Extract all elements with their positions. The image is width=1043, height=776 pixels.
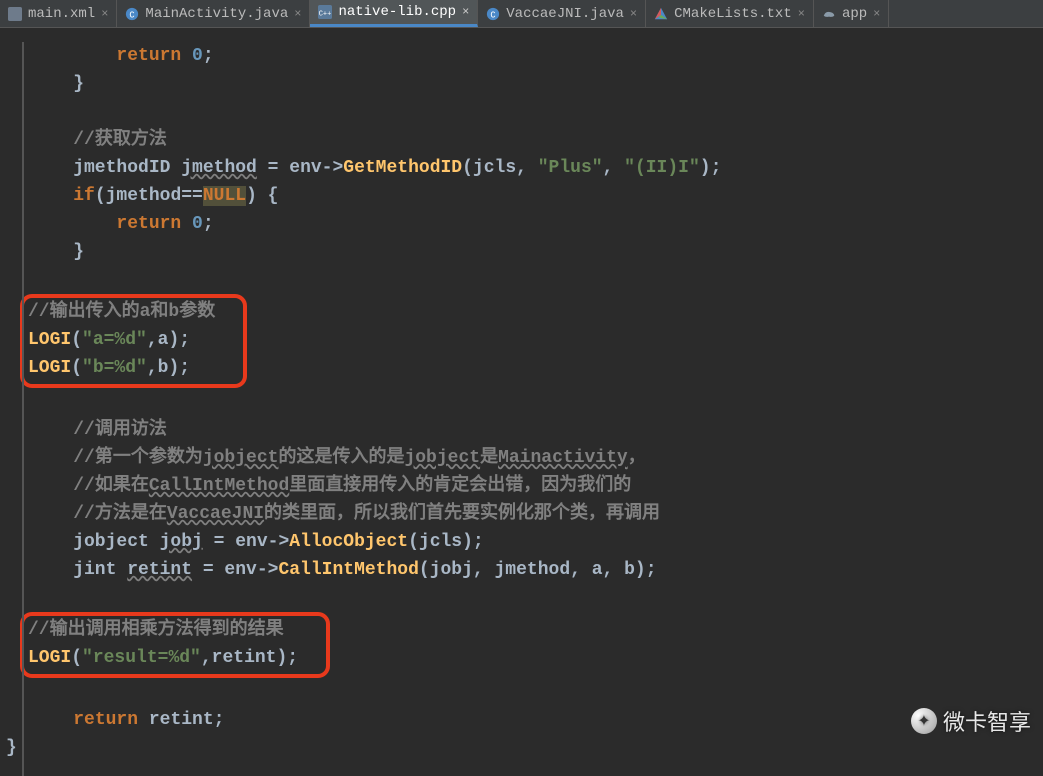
svg-text:C: C [130, 10, 135, 20]
code-line [0, 584, 1043, 612]
java-icon: C [486, 7, 500, 21]
code-line: //输出调用相乘方法得到的结果 [28, 616, 298, 644]
svg-text:C: C [491, 10, 496, 20]
highlight-box-2: //输出调用相乘方法得到的结果 LOGI("result=%d",retint)… [20, 612, 330, 678]
tab-label: app [842, 6, 867, 22]
code-line: } [0, 70, 1043, 98]
code-line: if(jmethod==NULL) { [0, 182, 1043, 210]
code-line: jmethodID jmethod = env->GetMethodID(jcl… [0, 154, 1043, 182]
cmake-icon [654, 7, 668, 21]
code-line: } [0, 734, 1043, 762]
code-line [0, 98, 1043, 126]
code-line [0, 678, 1043, 706]
close-icon[interactable]: × [630, 7, 637, 21]
java-icon: C [125, 7, 139, 21]
close-icon[interactable]: × [462, 5, 469, 19]
tab-cmakelists[interactable]: CMakeLists.txt × [646, 0, 814, 27]
code-editor[interactable]: return 0; } //获取方法 jmethodID jmethod = e… [0, 28, 1043, 776]
code-line: //获取方法 [0, 126, 1043, 154]
code-line [0, 388, 1043, 416]
code-line: jint retint = env->CallIntMethod(jobj, j… [0, 556, 1043, 584]
watermark-text: 微卡智享 [943, 705, 1031, 737]
gradle-icon [822, 7, 836, 21]
tab-main-xml[interactable]: main.xml × [0, 0, 117, 27]
xml-icon [8, 7, 22, 21]
tab-label: main.xml [28, 6, 95, 22]
tab-vaccaejni[interactable]: C VaccaeJNI.java × [478, 0, 646, 27]
svg-text:C++: C++ [319, 11, 332, 19]
code-line: //调用访法 [0, 416, 1043, 444]
code-line: //第一个参数为jobject的这是传入的是jobject是Mainactivi… [0, 444, 1043, 472]
watermark: ✦ 微卡智享 [911, 705, 1031, 737]
code-line [0, 266, 1043, 294]
tab-native-lib[interactable]: C++ native-lib.cpp × [310, 0, 478, 27]
code-line: } [0, 238, 1043, 266]
close-icon[interactable]: × [101, 7, 108, 21]
close-icon[interactable]: × [294, 7, 301, 21]
tab-label: MainActivity.java [145, 6, 288, 22]
code-line: return 0; [0, 210, 1043, 238]
code-line: //如果在CallIntMethod里面直接用传入的肯定会出错，因为我们的 [0, 472, 1043, 500]
code-line: LOGI("a=%d",a); [28, 326, 215, 354]
editor-tabs: main.xml × C MainActivity.java × C++ nat… [0, 0, 1043, 28]
code-line: //输出传入的a和b参数 [28, 298, 215, 326]
tab-label: native-lib.cpp [338, 4, 456, 20]
close-icon[interactable]: × [873, 7, 880, 21]
highlight-box-1: //输出传入的a和b参数 LOGI("a=%d",a); LOGI("b=%d"… [20, 294, 247, 388]
code-line: jobject jobj = env->AllocObject(jcls); [0, 528, 1043, 556]
tab-label: CMakeLists.txt [674, 6, 792, 22]
wechat-icon: ✦ [911, 708, 937, 734]
code-line: LOGI("b=%d",b); [28, 354, 215, 382]
code-line: return 0; [0, 42, 1043, 70]
code-line: //方法是在VaccaeJNI的类里面，所以我们首先要实例化那个类，再调用 [0, 500, 1043, 528]
tab-label: VaccaeJNI.java [506, 6, 624, 22]
code-line: return retint; [0, 706, 1043, 734]
cpp-icon: C++ [318, 5, 332, 19]
code-line: LOGI("result=%d",retint); [28, 644, 298, 672]
fold-gutter [22, 42, 24, 776]
close-icon[interactable]: × [798, 7, 805, 21]
tab-app[interactable]: app × [814, 0, 889, 27]
tab-mainactivity[interactable]: C MainActivity.java × [117, 0, 310, 27]
